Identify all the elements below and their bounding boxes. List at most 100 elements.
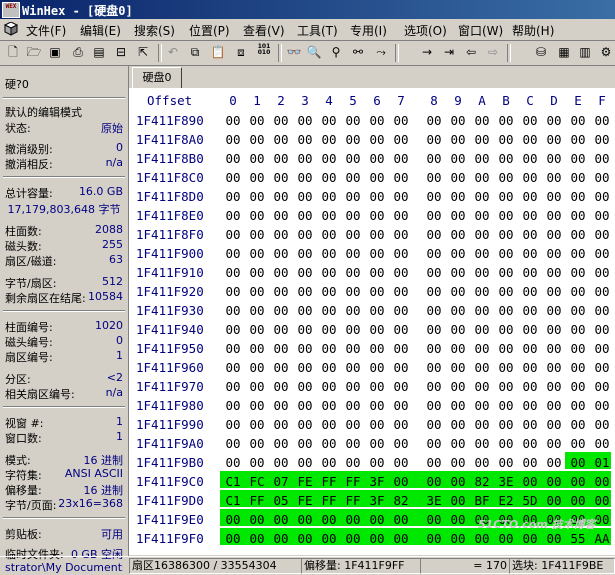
hex-byte[interactable]: 00 bbox=[390, 474, 412, 489]
hex-byte[interactable]: 00 bbox=[471, 113, 493, 128]
hex-byte[interactable]: 00 bbox=[423, 322, 445, 337]
hex-byte[interactable]: 00 bbox=[591, 436, 613, 451]
hex-byte[interactable]: 00 bbox=[390, 189, 412, 204]
hex-byte[interactable]: 00 bbox=[543, 455, 565, 470]
hex-byte[interactable]: 3F bbox=[366, 493, 388, 508]
hex-byte[interactable]: 00 bbox=[447, 151, 469, 166]
hex-byte[interactable]: 00 bbox=[543, 341, 565, 356]
hex-byte[interactable]: 00 bbox=[447, 208, 469, 223]
hex-byte[interactable]: 00 bbox=[366, 512, 388, 527]
hex-byte[interactable]: 00 bbox=[591, 208, 613, 223]
hex-byte[interactable]: 00 bbox=[591, 360, 613, 375]
hex-byte[interactable]: 00 bbox=[423, 208, 445, 223]
hex-byte[interactable]: 00 bbox=[447, 417, 469, 432]
hex-byte[interactable]: 00 bbox=[342, 512, 364, 527]
hex-byte[interactable]: 00 bbox=[495, 189, 517, 204]
hex-byte[interactable]: 00 bbox=[318, 455, 340, 470]
hex-byte[interactable]: 00 bbox=[318, 303, 340, 318]
hex-row[interactable]: 1F411F8B0 00 00 00 00 00 00 00 00 00 00 00 00 00 00 00 0… bbox=[129, 148, 615, 167]
hex-byte[interactable]: 00 bbox=[567, 360, 589, 375]
hex-byte[interactable]: 00 bbox=[246, 398, 268, 413]
hex-byte[interactable]: 00 bbox=[342, 341, 364, 356]
hex-byte[interactable]: 00 bbox=[591, 493, 613, 508]
hex-row[interactable]: 1F411F8E0 00 00 00 00 00 00 00 00 00 00 00 00 00 00 00 0… bbox=[129, 205, 615, 224]
hex-byte[interactable]: 00 bbox=[591, 379, 613, 394]
hex-byte[interactable]: 00 bbox=[366, 189, 388, 204]
hex-byte[interactable]: 00 bbox=[294, 151, 316, 166]
hex-byte[interactable]: 00 bbox=[246, 189, 268, 204]
hex-byte[interactable]: C1 bbox=[222, 493, 244, 508]
hex-byte[interactable]: 00 bbox=[423, 246, 445, 261]
hex-byte[interactable]: 00 bbox=[495, 113, 517, 128]
hex-byte[interactable]: 00 bbox=[423, 417, 445, 432]
hex-byte[interactable]: 00 bbox=[366, 341, 388, 356]
menu-tools[interactable]: 工具(T) bbox=[297, 22, 338, 39]
hex-byte[interactable]: 00 bbox=[366, 227, 388, 242]
hex-byte[interactable]: 00 bbox=[222, 455, 244, 470]
hex-byte[interactable]: 00 bbox=[366, 531, 388, 546]
hex-byte[interactable]: 00 bbox=[471, 265, 493, 280]
hex-byte[interactable]: 00 bbox=[471, 227, 493, 242]
hex-byte[interactable]: 00 bbox=[366, 455, 388, 470]
hex-byte[interactable]: 00 bbox=[591, 113, 613, 128]
hex-byte[interactable]: 00 bbox=[567, 284, 589, 299]
hex-byte[interactable]: 00 bbox=[390, 455, 412, 470]
hex-byte[interactable]: 00 bbox=[567, 113, 589, 128]
hex-row[interactable]: 1F411F910 00 00 00 00 00 00 00 00 00 00 00 00 00 00 00 0… bbox=[129, 262, 615, 281]
hex-byte[interactable]: 00 bbox=[366, 246, 388, 261]
hex-byte[interactable]: 00 bbox=[447, 474, 469, 489]
hex-byte[interactable]: 00 bbox=[591, 341, 613, 356]
hex-row[interactable]: 1F411F9D0 C1 FF 05 FE FF FF 3F 82 3E 00 BF E2 5D 00 00 0… bbox=[129, 490, 615, 509]
hex-byte[interactable]: 00 bbox=[270, 512, 292, 527]
hex-byte[interactable]: 3F bbox=[366, 474, 388, 489]
hex-byte[interactable]: 00 bbox=[447, 512, 469, 527]
hex-byte[interactable]: 00 bbox=[366, 379, 388, 394]
hex-row[interactable]: 1F411F890 00 00 00 00 00 00 00 00 00 00 00 00 00 00 00 0… bbox=[129, 110, 615, 129]
hex-byte[interactable]: 00 bbox=[543, 531, 565, 546]
hex-byte[interactable]: 00 bbox=[567, 303, 589, 318]
hex-byte[interactable]: 00 bbox=[495, 284, 517, 299]
hex-byte[interactable]: 00 bbox=[519, 531, 541, 546]
open-file-icon[interactable]: 🗁 bbox=[26, 44, 42, 60]
hex-byte[interactable]: 00 bbox=[447, 360, 469, 375]
hex-byte[interactable]: 00 bbox=[222, 151, 244, 166]
hex-byte[interactable]: 00 bbox=[318, 113, 340, 128]
hex-byte[interactable]: 00 bbox=[495, 265, 517, 280]
hex-byte[interactable]: 00 bbox=[423, 265, 445, 280]
hex-byte[interactable]: 00 bbox=[390, 151, 412, 166]
hex-byte[interactable]: 00 bbox=[246, 132, 268, 147]
hex-byte[interactable]: 00 bbox=[495, 246, 517, 261]
hex-byte[interactable]: 00 bbox=[471, 322, 493, 337]
hex-byte[interactable]: 00 bbox=[270, 303, 292, 318]
hex-byte[interactable]: 00 bbox=[390, 379, 412, 394]
paste-icon[interactable]: ⧈ bbox=[233, 44, 249, 60]
hex-byte[interactable]: 00 bbox=[519, 474, 541, 489]
hex-byte[interactable]: 00 bbox=[543, 322, 565, 337]
hex-byte[interactable]: 00 bbox=[246, 227, 268, 242]
hex-byte[interactable]: 00 bbox=[222, 398, 244, 413]
hex-byte[interactable]: 00 bbox=[270, 531, 292, 546]
hex-byte[interactable]: 00 bbox=[447, 436, 469, 451]
hex-row[interactable]: 1F411F930 00 00 00 00 00 00 00 00 00 00 00 00 00 00 00 0… bbox=[129, 300, 615, 319]
hex-byte[interactable]: 00 bbox=[447, 341, 469, 356]
hex-byte[interactable]: 00 bbox=[222, 379, 244, 394]
hex-byte[interactable]: 00 bbox=[342, 113, 364, 128]
hex-byte[interactable]: 00 bbox=[318, 398, 340, 413]
hex-byte[interactable]: 00 bbox=[567, 436, 589, 451]
hex-byte[interactable]: 00 bbox=[246, 360, 268, 375]
hex-byte[interactable]: 00 bbox=[519, 455, 541, 470]
hex-byte[interactable]: 05 bbox=[270, 493, 292, 508]
hex-byte[interactable]: 00 bbox=[222, 531, 244, 546]
hex-byte[interactable]: 00 bbox=[495, 360, 517, 375]
hex-byte[interactable]: 00 bbox=[423, 284, 445, 299]
hex-byte[interactable]: 00 bbox=[294, 189, 316, 204]
hex-byte[interactable]: FF bbox=[342, 474, 364, 489]
hex-byte[interactable]: 00 bbox=[390, 341, 412, 356]
hex-byte[interactable]: 00 bbox=[447, 132, 469, 147]
tab-disk0[interactable]: 硬盘0 bbox=[132, 67, 182, 88]
hex-byte[interactable]: 00 bbox=[270, 227, 292, 242]
hex-byte[interactable]: 00 bbox=[222, 512, 244, 527]
hex-byte[interactable]: 00 bbox=[567, 474, 589, 489]
hex-byte[interactable]: 00 bbox=[246, 341, 268, 356]
hex-byte[interactable]: 00 bbox=[294, 170, 316, 185]
